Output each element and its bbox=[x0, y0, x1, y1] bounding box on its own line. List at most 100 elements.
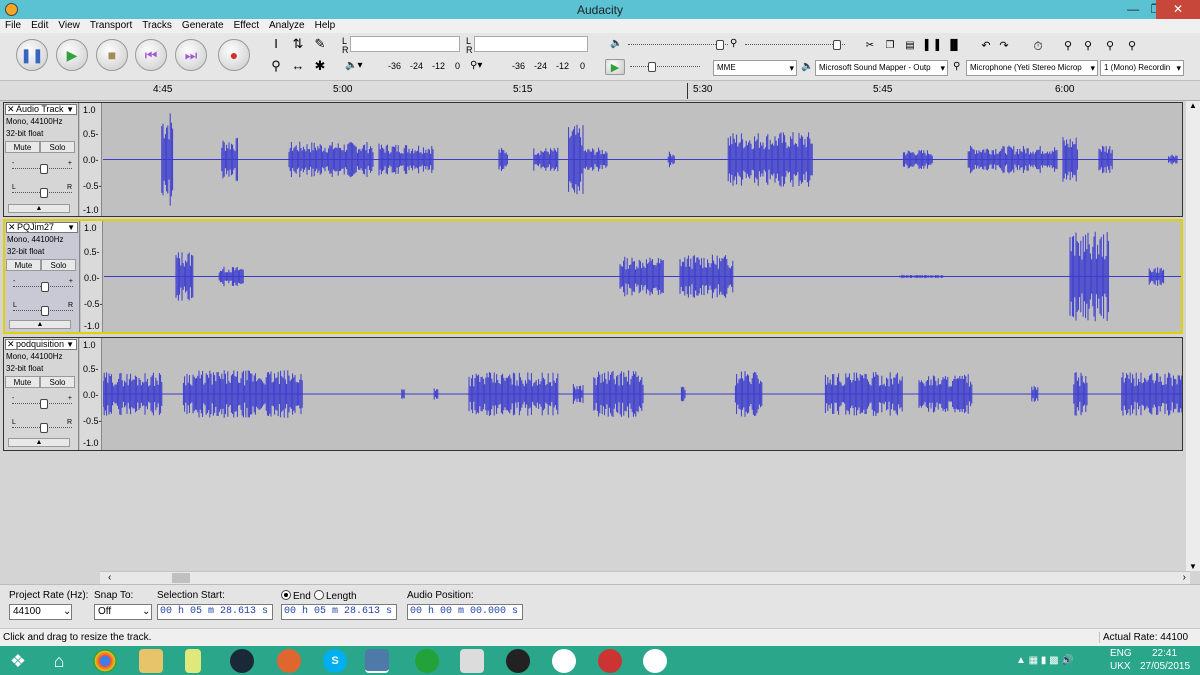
selection-start-field[interactable]: 00 h 05 m 28.613 s bbox=[157, 604, 273, 620]
track-audio-track[interactable]: ✕ Audio Track ▼ Mono, 44100Hz 32-bit float… bbox=[3, 102, 1183, 217]
solo-button[interactable]: Solo bbox=[40, 141, 75, 153]
menu-edit[interactable]: Edit bbox=[26, 19, 53, 33]
windows-start-icon[interactable]: ❖ bbox=[6, 649, 30, 673]
redo-icon[interactable]: ↷ bbox=[994, 37, 1014, 55]
menu-generate[interactable]: Generate bbox=[177, 19, 229, 33]
clock-time[interactable]: 22:41 bbox=[1152, 648, 1177, 659]
play-speed-slider[interactable] bbox=[630, 61, 700, 73]
play-button[interactable]: ▶ bbox=[56, 39, 88, 71]
messenger-icon[interactable] bbox=[415, 649, 439, 673]
collapse-track-button[interactable]: ▲ bbox=[9, 320, 71, 329]
selection-tool-icon[interactable]: I bbox=[266, 35, 286, 53]
waveform-area[interactable] bbox=[104, 221, 1181, 332]
track-pqjim27[interactable]: ✕ PQJim27 ▼ Mono, 44100Hz 32-bit float Mut… bbox=[3, 219, 1183, 334]
waveform-area[interactable] bbox=[103, 103, 1182, 216]
menu-tracks[interactable]: Tracks bbox=[137, 19, 177, 33]
media-player-icon[interactable] bbox=[598, 649, 622, 673]
solo-button[interactable]: Solo bbox=[40, 376, 75, 388]
vertical-scrollbar[interactable]: ▲ ▼ bbox=[1186, 101, 1200, 571]
collapse-track-button[interactable]: ▲ bbox=[8, 438, 70, 447]
selection-end-field[interactable]: 00 h 05 m 28.613 s bbox=[281, 604, 397, 620]
end-radio[interactable]: End bbox=[281, 590, 311, 602]
stop-button[interactable]: ■ bbox=[96, 39, 128, 71]
pan-slider[interactable]: LR bbox=[12, 184, 72, 199]
output-device-select[interactable]: Microsoft Sound Mapper - Outp bbox=[815, 60, 948, 76]
pan-slider[interactable]: LR bbox=[13, 302, 73, 317]
close-track-icon[interactable]: ✕ bbox=[8, 223, 16, 232]
menu-help[interactable]: Help bbox=[310, 19, 341, 33]
pause-button[interactable]: ❚❚ bbox=[16, 39, 48, 71]
close-track-icon[interactable]: ✕ bbox=[7, 340, 15, 349]
zoom-tool-icon[interactable]: ⚲ bbox=[266, 57, 286, 75]
envelope-tool-icon[interactable]: ⇅ bbox=[288, 35, 308, 53]
multi-tool-icon[interactable]: ✱ bbox=[310, 57, 330, 75]
steam-icon[interactable] bbox=[230, 649, 254, 673]
channels-select[interactable]: 1 (Mono) Recordin bbox=[1100, 60, 1184, 76]
zoom-in-icon[interactable]: ⚲ bbox=[1058, 37, 1078, 55]
horizontal-scrollbar[interactable]: ‹ › bbox=[100, 571, 1190, 584]
chat-icon[interactable] bbox=[643, 649, 667, 673]
document-icon[interactable] bbox=[460, 649, 484, 673]
skip-to-end-button[interactable]: ⏭ bbox=[175, 39, 207, 71]
scroll-down-icon[interactable]: ▼ bbox=[1186, 562, 1200, 571]
tray-icons[interactable]: ▲ ▦ ▮ ▩ 🔊 bbox=[1016, 655, 1074, 666]
record-meter[interactable] bbox=[474, 36, 588, 52]
host-select[interactable]: MME bbox=[713, 60, 797, 76]
trim-icon[interactable]: ▌▐ bbox=[922, 37, 942, 55]
obs-icon[interactable] bbox=[506, 649, 530, 673]
speaker-icon[interactable]: 🔈▾ bbox=[345, 60, 362, 71]
sync-lock-icon[interactable]: ⏱ bbox=[1028, 37, 1048, 55]
play-at-speed-button[interactable]: ▶ bbox=[605, 59, 625, 75]
track-podquisition[interactable]: ✕ podquisition ▼ Mono, 44100Hz 32-bit floa… bbox=[3, 337, 1183, 451]
silence-icon[interactable]: ▐▌ bbox=[944, 37, 964, 55]
mute-button[interactable]: Mute bbox=[5, 376, 40, 388]
mute-button[interactable]: Mute bbox=[5, 141, 40, 153]
menu-analyze[interactable]: Analyze bbox=[264, 19, 310, 33]
input-device-select[interactable]: Microphone (Yeti Stereo Microp bbox=[966, 60, 1098, 76]
fit-project-icon[interactable]: ⚲ bbox=[1122, 37, 1142, 55]
track-name-menu[interactable]: ✕ podquisition ▼ bbox=[5, 339, 77, 350]
fit-selection-icon[interactable]: ⚲ bbox=[1100, 37, 1120, 55]
waveform-area[interactable] bbox=[103, 338, 1182, 450]
scroll-right-icon[interactable]: › bbox=[1183, 572, 1186, 583]
locale-indicator[interactable]: UKX bbox=[1110, 661, 1131, 672]
home-icon[interactable]: ⌂ bbox=[47, 649, 71, 673]
playback-meter[interactable] bbox=[350, 36, 460, 52]
scroll-thumb[interactable] bbox=[172, 573, 190, 583]
track-name-menu[interactable]: ✕ Audio Track ▼ bbox=[5, 104, 77, 115]
scroll-up-icon[interactable]: ▲ bbox=[1186, 101, 1200, 110]
input-volume-slider[interactable] bbox=[745, 39, 845, 51]
length-radio[interactable]: Length bbox=[314, 590, 357, 602]
skype-icon[interactable]: S bbox=[323, 649, 347, 673]
gain-slider[interactable]: - + bbox=[12, 160, 72, 175]
recorder-icon[interactable] bbox=[552, 649, 576, 673]
file-explorer-icon[interactable] bbox=[139, 649, 163, 673]
audacity-taskbar-icon[interactable] bbox=[365, 649, 389, 673]
language-indicator[interactable]: ENG bbox=[1110, 648, 1132, 659]
paste-icon[interactable]: ▤ bbox=[900, 37, 920, 55]
pan-slider[interactable]: LR bbox=[12, 419, 72, 434]
output-volume-slider[interactable] bbox=[628, 39, 728, 51]
menu-file[interactable]: File bbox=[0, 19, 26, 33]
draw-tool-icon[interactable]: ✎ bbox=[310, 35, 330, 53]
undo-icon[interactable]: ↶ bbox=[976, 37, 996, 55]
chrome-icon[interactable] bbox=[93, 649, 117, 673]
solo-button[interactable]: Solo bbox=[41, 259, 76, 271]
copy-icon[interactable]: ❐ bbox=[880, 37, 900, 55]
gain-slider[interactable]: - + bbox=[13, 278, 73, 293]
cut-icon[interactable]: ✂ bbox=[860, 37, 880, 55]
record-button[interactable]: ● bbox=[218, 39, 250, 71]
menu-view[interactable]: View bbox=[53, 19, 85, 33]
skip-to-start-button[interactable]: ⏮ bbox=[135, 39, 167, 71]
audio-position-field[interactable]: 00 h 00 m 00.000 s bbox=[407, 604, 523, 620]
menu-effect[interactable]: Effect bbox=[229, 19, 264, 33]
gain-slider[interactable]: - + bbox=[12, 395, 72, 410]
timeshift-tool-icon[interactable]: ↔ bbox=[288, 57, 308, 75]
collapse-track-button[interactable]: ▲ bbox=[8, 204, 70, 213]
notes-icon[interactable] bbox=[185, 649, 201, 673]
close-track-icon[interactable]: ✕ bbox=[7, 105, 15, 114]
timeline-ruler[interactable]: 4:45 5:00 5:15 5:30 5:45 6:00 bbox=[0, 81, 1200, 101]
microphone-icon[interactable]: ⚲▾ bbox=[470, 60, 482, 71]
track-name-menu[interactable]: ✕ PQJim27 ▼ bbox=[6, 222, 78, 233]
mute-button[interactable]: Mute bbox=[6, 259, 41, 271]
